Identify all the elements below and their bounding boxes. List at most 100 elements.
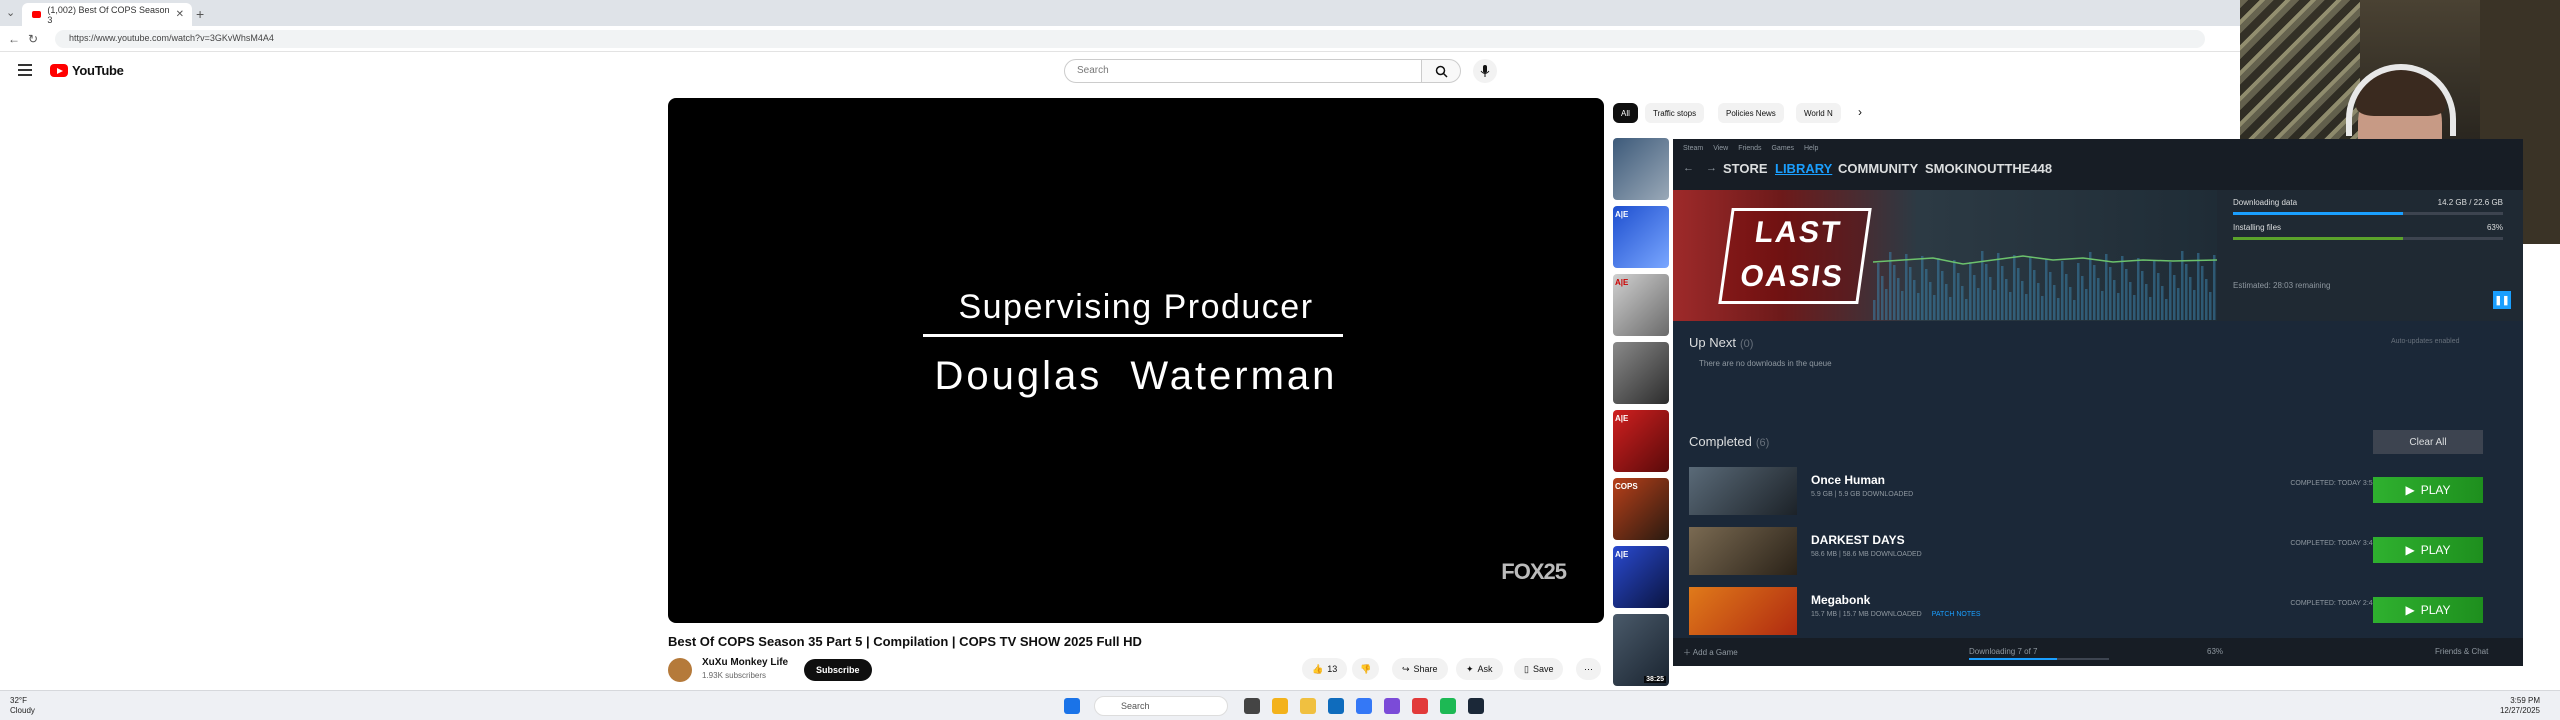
- youtube-favicon-icon: [32, 11, 42, 18]
- chip-policies-news[interactable]: Policies News: [1718, 103, 1784, 123]
- game-name[interactable]: DARKEST DAYS: [1811, 533, 1905, 547]
- chip-all[interactable]: All: [1613, 103, 1638, 123]
- search-button[interactable]: [1421, 59, 1461, 83]
- share-icon: ↪: [1402, 663, 1410, 674]
- chip-traffic-stops[interactable]: Traffic stops: [1645, 103, 1705, 123]
- graph-bar: [2033, 270, 2036, 320]
- graph-bar: [2045, 259, 2048, 320]
- play-label: PLAY: [2420, 603, 2451, 617]
- tab-store[interactable]: STORE: [1723, 161, 1768, 176]
- channel-name[interactable]: XuXu Monkey Life: [702, 657, 788, 668]
- steam-icon[interactable]: [1468, 698, 1484, 714]
- recommended-thumbnail[interactable]: 38:25: [1613, 614, 1669, 686]
- graph-bar: [2077, 263, 2080, 320]
- recommended-thumbnail[interactable]: [1613, 138, 1669, 200]
- save-button[interactable]: ▯ Save: [1514, 658, 1564, 680]
- play-button[interactable]: ▶ PLAY: [2373, 597, 2483, 623]
- search-input[interactable]: Search: [1064, 59, 1422, 83]
- app-icon[interactable]: [1412, 698, 1428, 714]
- installing-value: 63%: [2486, 223, 2503, 232]
- forward-arrow-icon[interactable]: →: [1706, 162, 1717, 174]
- sparkle-icon: ✦: [1466, 663, 1474, 674]
- steam-nav-arrows[interactable]: ← →: [1683, 162, 1717, 174]
- video-title: Best Of COPS Season 35 Part 5 | Compilat…: [668, 634, 1142, 649]
- graph-bar: [2125, 269, 2128, 320]
- new-tab-icon[interactable]: +: [196, 6, 204, 22]
- voice-search-button[interactable]: [1473, 59, 1497, 83]
- install-progress-bar: [2233, 237, 2503, 240]
- recommended-thumbnail[interactable]: A|E: [1613, 546, 1669, 608]
- friends-chat-button[interactable]: Friends & Chat: [2435, 647, 2488, 656]
- recommended-thumbnail[interactable]: A|E: [1613, 410, 1669, 472]
- graph-bar: [2189, 277, 2192, 320]
- steam-menu-item[interactable]: Friends: [1738, 145, 1761, 152]
- game-thumbnail[interactable]: [1689, 527, 1797, 575]
- graph-bar: [2097, 278, 2100, 320]
- spotify-icon[interactable]: [1440, 698, 1456, 714]
- subscribe-button[interactable]: Subscribe: [804, 659, 872, 681]
- like-button[interactable]: 👍 13: [1302, 658, 1348, 680]
- taskbar-search[interactable]: Search: [1094, 696, 1228, 716]
- graph-bar: [2209, 292, 2212, 320]
- youtube-logo[interactable]: YouTube: [50, 63, 124, 78]
- ask-button[interactable]: ✦ Ask: [1456, 658, 1503, 680]
- recommended-thumbnail[interactable]: A|E: [1613, 206, 1669, 268]
- store-icon[interactable]: [1356, 698, 1372, 714]
- task-view-icon[interactable]: [1244, 698, 1260, 714]
- chevron-right-icon[interactable]: ›: [1858, 105, 1862, 119]
- up-next-title: Up Next: [1689, 335, 1736, 350]
- steam-menu-item[interactable]: View: [1713, 145, 1728, 152]
- recommended-thumbnail[interactable]: COPS: [1613, 478, 1669, 540]
- menu-icon[interactable]: [18, 64, 32, 79]
- widgets-icon[interactable]: [1272, 698, 1288, 714]
- graph-bar: [2133, 295, 2136, 320]
- graph-bar: [2057, 298, 2060, 320]
- system-clock[interactable]: 3:59 PM 12/27/2025: [2500, 696, 2540, 716]
- graph-bar: [1877, 263, 1880, 320]
- pause-button[interactable]: ❚❚: [2493, 291, 2511, 309]
- game-name[interactable]: Once Human: [1811, 473, 1885, 487]
- graph-bar: [1993, 290, 1996, 320]
- auto-updates-label[interactable]: Auto-updates enabled: [2391, 338, 2460, 345]
- recommended-thumbnail[interactable]: [1613, 342, 1669, 404]
- video-player[interactable]: Supervising Producer Douglas Waterman FO…: [668, 98, 1604, 623]
- more-icon: ⋯: [1584, 663, 1593, 674]
- browser-tab[interactable]: (1,002) Best Of COPS Season 3 ✕: [22, 3, 192, 26]
- file-explorer-icon[interactable]: [1300, 698, 1316, 714]
- app-icon[interactable]: [1384, 698, 1400, 714]
- url-field[interactable]: https://www.youtube.com/watch?v=3GKvWhsM…: [55, 30, 2205, 48]
- bottom-progress-fill: [1969, 658, 2058, 660]
- patch-notes-link[interactable]: PATCH NOTES: [1932, 611, 1981, 618]
- channel-avatar[interactable]: [668, 658, 692, 682]
- game-name[interactable]: Megabonk: [1811, 593, 1870, 607]
- game-thumbnail[interactable]: [1689, 467, 1797, 515]
- tab-library[interactable]: LIBRARY: [1775, 161, 1832, 176]
- graph-bar: [2017, 268, 2020, 320]
- nav-buttons[interactable]: ←↻: [8, 32, 46, 46]
- steam-menu-item[interactable]: Help: [1804, 145, 1818, 152]
- tab-profile[interactable]: SMOKINOUTTHE448: [1925, 161, 2052, 176]
- add-game-button[interactable]: ＋ Add a Game: [1683, 647, 1738, 658]
- play-button[interactable]: ▶ PLAY: [2373, 477, 2483, 503]
- weather-widget[interactable]: 32°F Cloudy: [10, 696, 35, 716]
- dislike-button[interactable]: 👎: [1352, 658, 1380, 680]
- download-status[interactable]: Downloading 7 of 7: [1969, 647, 2038, 656]
- clear-all-button[interactable]: Clear All: [2373, 430, 2483, 454]
- start-icon[interactable]: [1064, 698, 1080, 714]
- edge-icon[interactable]: [1328, 698, 1344, 714]
- graph-bar: [2053, 285, 2056, 320]
- chip-world-news[interactable]: World N: [1796, 103, 1841, 123]
- tab-community[interactable]: COMMUNITY: [1838, 161, 1918, 176]
- steam-menu-item[interactable]: Steam: [1683, 145, 1703, 152]
- game-thumbnail[interactable]: [1689, 587, 1797, 635]
- graph-bar: [2145, 284, 2148, 320]
- play-button[interactable]: ▶ PLAY: [2373, 537, 2483, 563]
- share-button[interactable]: ↪ Share: [1392, 658, 1448, 680]
- more-actions-button[interactable]: ⋯: [1576, 658, 1601, 680]
- steam-menu-bar: Steam View Friends Games Help: [1683, 145, 1818, 152]
- steam-menu-item[interactable]: Games: [1771, 145, 1794, 152]
- recommended-thumbnail[interactable]: A|E: [1613, 274, 1669, 336]
- close-tab-icon[interactable]: ✕: [176, 9, 184, 20]
- tab-list-chevron-icon[interactable]: ⌄: [6, 6, 15, 19]
- back-arrow-icon[interactable]: ←: [1683, 162, 1694, 174]
